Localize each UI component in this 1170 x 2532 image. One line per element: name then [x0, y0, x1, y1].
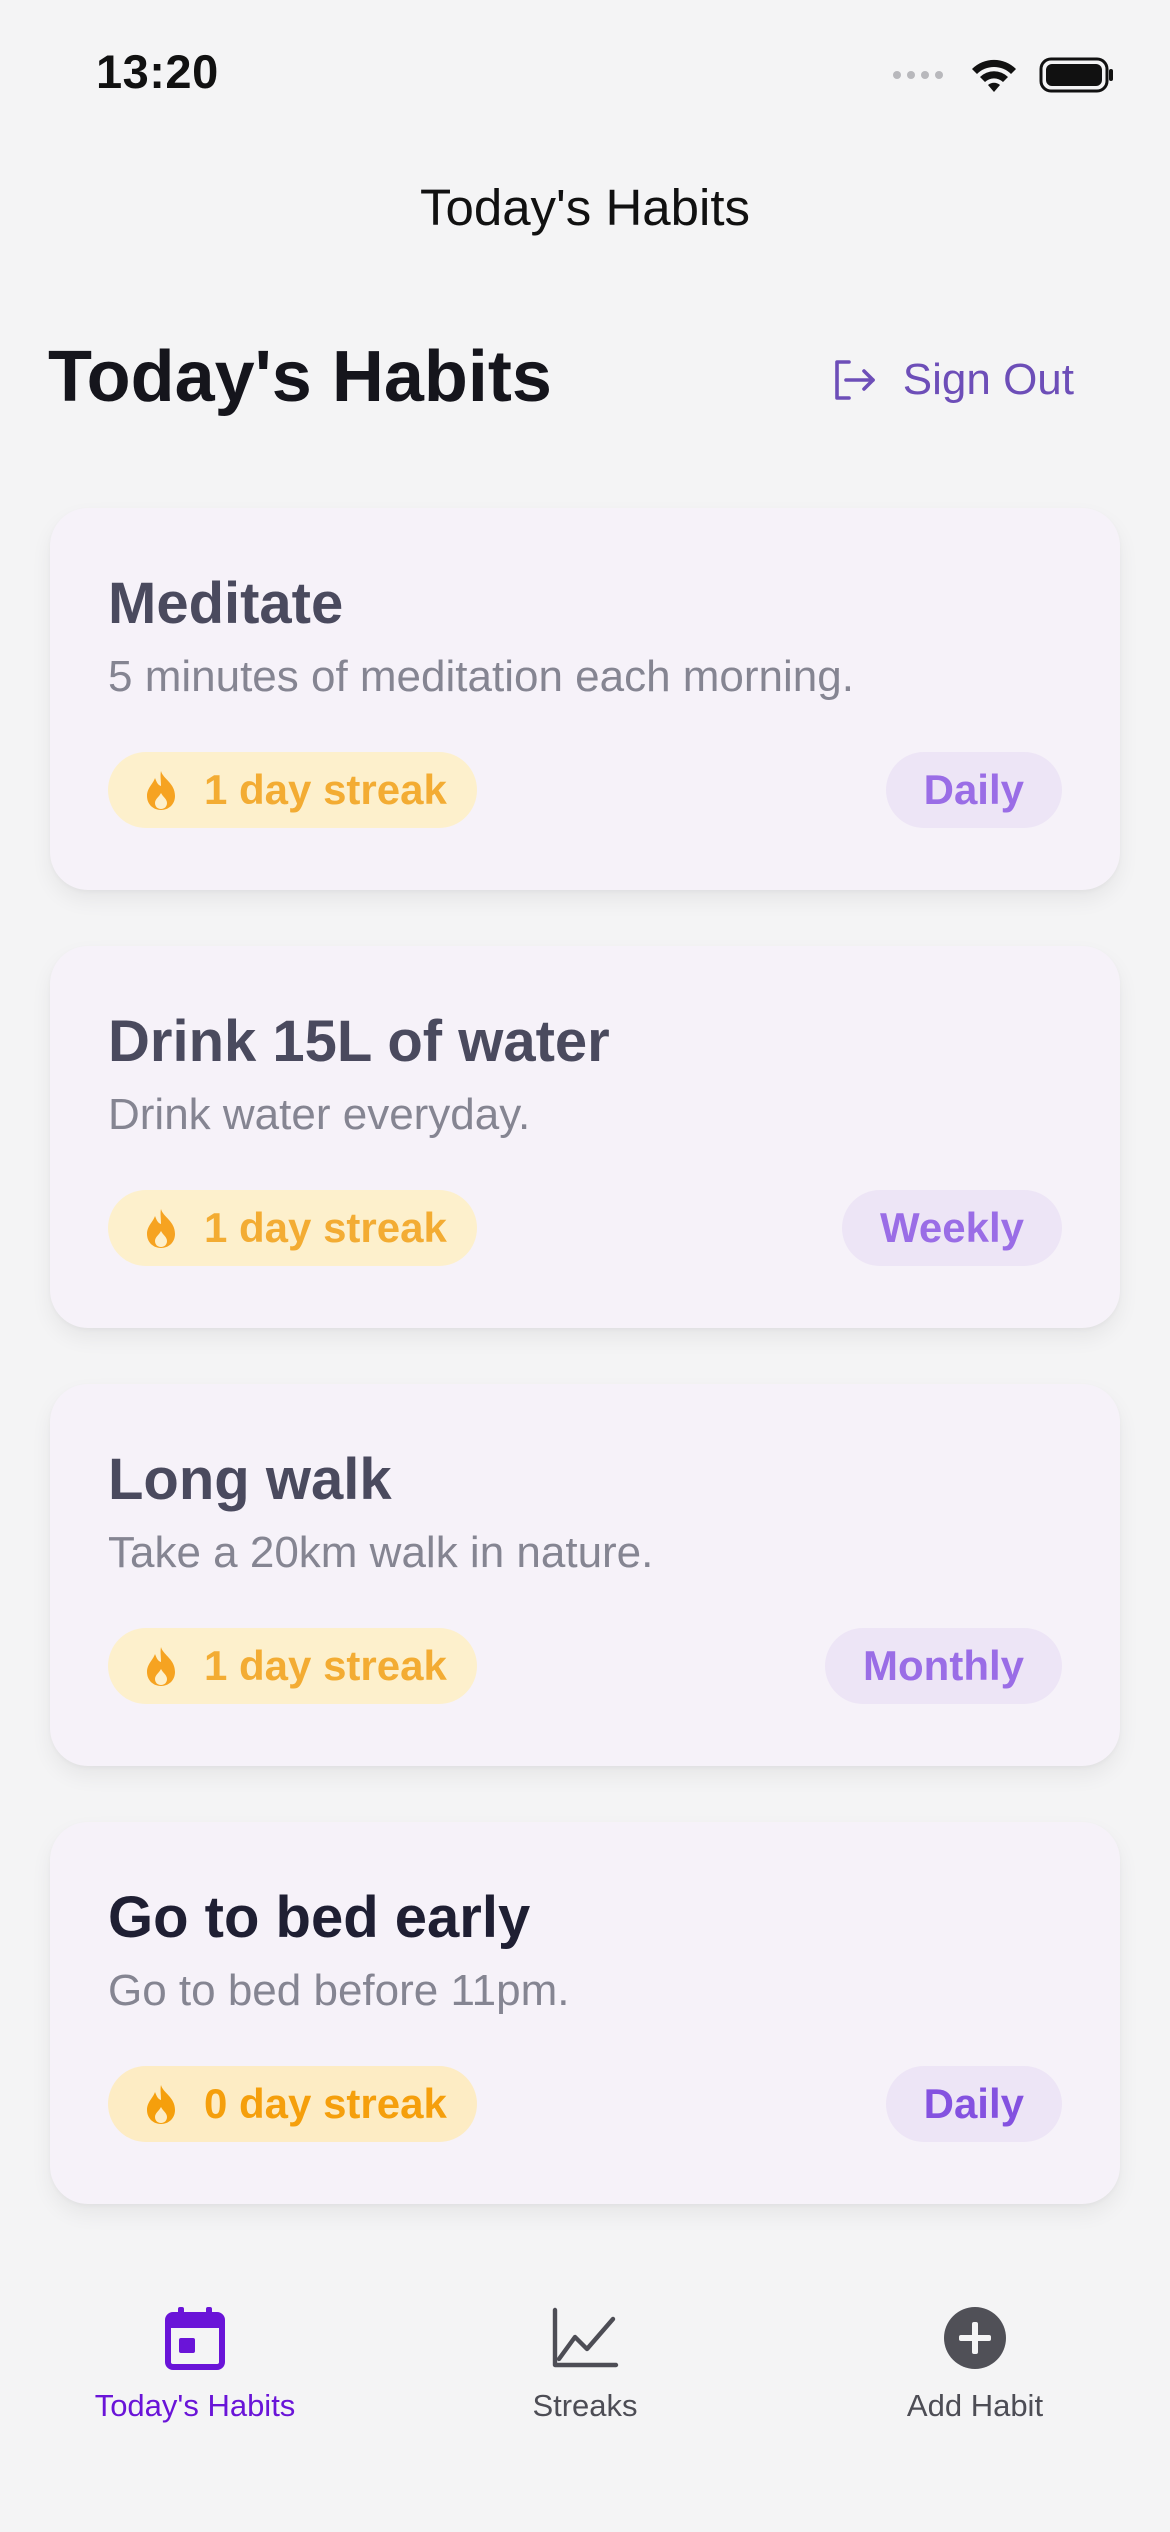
tab-label: Today's Habits [94, 2388, 296, 2423]
streak-label: 1 day streak [204, 766, 447, 813]
habit-card[interactable]: Long walk Take a 20km walk in nature. 1 … [50, 1384, 1120, 1766]
streak-label: 1 day streak [204, 1204, 447, 1251]
habit-title: Long walk [108, 1447, 392, 1512]
streak-badge: 1 day streak [108, 752, 477, 828]
streak-label: 0 day streak [204, 2080, 447, 2127]
line-chart-icon [549, 2302, 621, 2374]
tab-todays-habits[interactable]: Today's Habits [30, 2302, 360, 2424]
frequency-badge: Daily [885, 2066, 1062, 2142]
habit-card[interactable]: Drink 15L of water Drink water everyday.… [50, 946, 1120, 1328]
flame-icon [147, 1647, 175, 1686]
wifi-icon [972, 59, 1016, 92]
tab-label: Streaks [532, 2388, 638, 2423]
tab-streaks[interactable]: Streaks [420, 2302, 750, 2424]
streak-label: 1 day streak [204, 1642, 447, 1689]
habit-title: Go to bed early [108, 1885, 531, 1950]
flame-icon [147, 771, 175, 810]
battery-icon [1039, 57, 1113, 93]
status-time: 13:20 [96, 45, 219, 98]
plus-circle-icon [939, 2302, 1011, 2374]
habit-title: Meditate [108, 571, 344, 636]
status-bar: 13:20 [0, 0, 1170, 150]
streak-badge: 1 day streak [108, 1628, 477, 1704]
habit-description: Take a 20km walk in nature. [108, 1528, 654, 1577]
nav-title: Today's Habits [419, 179, 751, 236]
habit-card[interactable]: Go to bed early Go to bed before 11pm. 0… [50, 1822, 1120, 2204]
streak-badge: 0 day streak [108, 2066, 477, 2142]
habit-card[interactable]: Meditate 5 minutes of meditation each mo… [50, 508, 1120, 890]
tab-bar: Today's Habits Streaks Add Habit [0, 2290, 1170, 2532]
sign-out-label: Sign Out [902, 355, 1074, 404]
cellular-signal-icon [893, 71, 943, 79]
page-title: Today's Habits [48, 337, 552, 417]
tab-label: Add Habit [906, 2388, 1044, 2423]
streak-badge: 1 day streak [108, 1190, 477, 1266]
habit-description: Drink water everyday. [108, 1090, 531, 1139]
flame-icon [147, 2085, 175, 2124]
status-icons [893, 50, 1115, 100]
tab-add-habit[interactable]: Add Habit [810, 2302, 1140, 2424]
flame-icon [147, 1209, 175, 1248]
sign-out-icon [834, 360, 875, 400]
habit-title: Drink 15L of water [108, 1009, 610, 1074]
habit-description: Go to bed before 11pm. [108, 1966, 570, 2015]
frequency-badge: Monthly [825, 1628, 1062, 1704]
habit-list: Meditate 5 minutes of meditation each mo… [50, 508, 1120, 2260]
sign-out-button[interactable]: Sign Out [829, 350, 1074, 410]
calendar-icon [159, 2302, 231, 2374]
frequency-badge: Daily [885, 752, 1062, 828]
habit-description: 5 minutes of meditation each morning. [108, 652, 854, 701]
frequency-badge: Weekly [842, 1190, 1062, 1266]
